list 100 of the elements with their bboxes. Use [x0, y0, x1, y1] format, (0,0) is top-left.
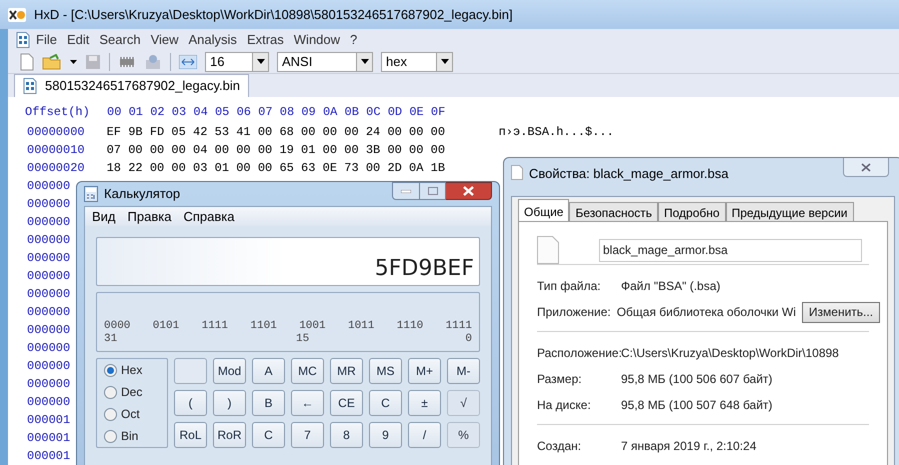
- calculator-key[interactable]: ±: [408, 390, 441, 416]
- file-name-field[interactable]: black_mage_armor.bsa: [599, 238, 862, 262]
- calculator-key[interactable]: /: [408, 422, 441, 448]
- blank-key[interactable]: [174, 358, 207, 384]
- menu-item[interactable]: File: [32, 30, 61, 50]
- row-offset: 000000: [27, 304, 70, 321]
- calculator-key[interactable]: Mod: [213, 358, 246, 384]
- calculator-display: 5FD9BEF: [96, 237, 480, 286]
- new-file-icon[interactable]: [20, 52, 34, 71]
- menu-item[interactable]: Window: [290, 30, 344, 50]
- column-header: 0C: [366, 104, 382, 121]
- calculator-key[interactable]: MC: [291, 358, 324, 384]
- row-offset: 000000: [27, 358, 70, 375]
- app-logo-icon: [8, 8, 26, 22]
- calculator-key[interactable]: A: [252, 358, 285, 384]
- calculator-key[interactable]: (: [174, 390, 207, 416]
- calculator-key[interactable]: CE: [330, 390, 363, 416]
- menu-item[interactable]: Analysis: [184, 30, 241, 50]
- bit-position: 0: [465, 333, 472, 346]
- radio-button[interactable]: [104, 430, 117, 442]
- window-title: Свойства: black_mage_armor.bsa: [529, 165, 728, 183]
- tab[interactable]: Подробно: [658, 202, 726, 221]
- row-offset: 000001: [27, 448, 70, 465]
- menu-item[interactable]: Edit: [62, 30, 94, 50]
- radio-button[interactable]: [104, 386, 117, 398]
- menu-item[interactable]: Вид: [92, 206, 116, 226]
- column-header: 0E: [409, 104, 425, 121]
- radio-button[interactable]: [104, 408, 117, 420]
- tab[interactable]: Предыдущие версии: [726, 202, 854, 221]
- calculator-key[interactable]: C: [369, 390, 402, 416]
- memory-chip-icon[interactable]: [118, 56, 136, 68]
- column-header: 0A: [322, 104, 338, 121]
- ascii-text: п›э.BSA.h...$...: [498, 124, 614, 141]
- hex-bytes: 18 22 00 00 03 01 00 00 65 63 0E 73 00 2D 0A 1B: [106, 160, 446, 177]
- change-button[interactable]: Изменить...: [802, 302, 880, 322]
- hex-file-icon: [23, 78, 37, 94]
- column-header: 07: [258, 104, 274, 121]
- field-value: Общая библиотека оболочки Wi: [616, 304, 796, 321]
- calculator-key[interactable]: MR: [330, 358, 363, 384]
- field-label: Тип файла:: [537, 278, 602, 295]
- column-header: 03: [172, 104, 188, 121]
- calculator-key[interactable]: ): [213, 390, 246, 416]
- calculator-key[interactable]: M-: [447, 358, 480, 384]
- calculator-key[interactable]: C: [252, 422, 285, 448]
- menu-item[interactable]: ?: [346, 30, 362, 50]
- file-icon: [511, 165, 523, 180]
- dropdown[interactable]: 16: [205, 52, 269, 72]
- calculator-key[interactable]: 8: [330, 422, 363, 448]
- menu-item[interactable]: Правка: [128, 206, 172, 226]
- calculator-key[interactable]: B: [252, 390, 285, 416]
- radio-label: Hex: [121, 362, 142, 379]
- field-label: На диске:: [537, 397, 592, 414]
- tab[interactable]: Безопасность: [569, 202, 658, 221]
- field-label: Расположение:: [537, 345, 621, 362]
- calculator-key[interactable]: MS: [369, 358, 402, 384]
- binary-digits: 1101: [250, 320, 277, 333]
- calculator-key[interactable]: ←: [291, 390, 324, 416]
- row-offset: 00000010: [27, 142, 85, 159]
- calculator-key[interactable]: M+: [408, 358, 441, 384]
- close-button[interactable]: [843, 158, 889, 177]
- field-label: Размер:: [537, 371, 583, 388]
- open-folder-icon[interactable]: [42, 54, 62, 70]
- hex-file-icon: [16, 32, 30, 48]
- column-header: 01: [128, 104, 144, 121]
- row-offset: 000001: [27, 430, 70, 447]
- minimize-button[interactable]: [392, 182, 420, 200]
- row-offset: 000000: [27, 196, 70, 213]
- maximize-button[interactable]: [420, 182, 446, 200]
- field-value: 95,8 МБ (100 507 648 байт): [621, 397, 772, 414]
- offset-header: Offset(h): [25, 104, 91, 121]
- menu-item[interactable]: View: [146, 30, 183, 50]
- window-title: HxD - [C:\Users\Kruzya\Desktop\WorkDir\10898\580153246517687902_legacy.bin]: [34, 6, 513, 24]
- calculator-key[interactable]: RoR: [213, 422, 246, 448]
- row-offset: 000000: [27, 250, 70, 267]
- close-button[interactable]: [446, 182, 492, 200]
- calculator-key[interactable]: 7: [291, 422, 324, 448]
- column-header: 0B: [344, 104, 360, 121]
- file-icon: [537, 236, 559, 264]
- row-offset: 000000: [27, 214, 70, 231]
- menu-item[interactable]: Search: [95, 30, 145, 50]
- radio-button[interactable]: [104, 364, 117, 376]
- menu-item[interactable]: Справка: [183, 206, 234, 226]
- file-tab[interactable]: 580153246517687902_legacy.bin: [14, 74, 249, 97]
- bit-position: 31: [104, 333, 118, 346]
- binary-digits: 1001: [299, 320, 326, 333]
- caret-icon[interactable]: [70, 60, 77, 64]
- row-offset: 000000: [27, 178, 70, 195]
- dropdown[interactable]: ANSI: [277, 52, 373, 72]
- calculator-key[interactable]: RoL: [174, 422, 207, 448]
- column-header: 06: [236, 104, 252, 121]
- binary-digits: 1011: [348, 320, 374, 333]
- minimize-icon: [401, 190, 411, 192]
- tab[interactable]: Общие: [518, 199, 570, 221]
- calculator-key[interactable]: 9: [369, 422, 402, 448]
- menu-item[interactable]: Extras: [242, 30, 288, 50]
- binary-digits: 1111: [202, 320, 228, 333]
- dropdown[interactable]: hex: [381, 52, 453, 72]
- column-header: 05: [214, 104, 230, 121]
- hex-bytes: EF 9B FD 05 42 53 41 00 68 00 00 00 24 00 00 00: [106, 124, 446, 141]
- column-header: 09: [301, 104, 317, 121]
